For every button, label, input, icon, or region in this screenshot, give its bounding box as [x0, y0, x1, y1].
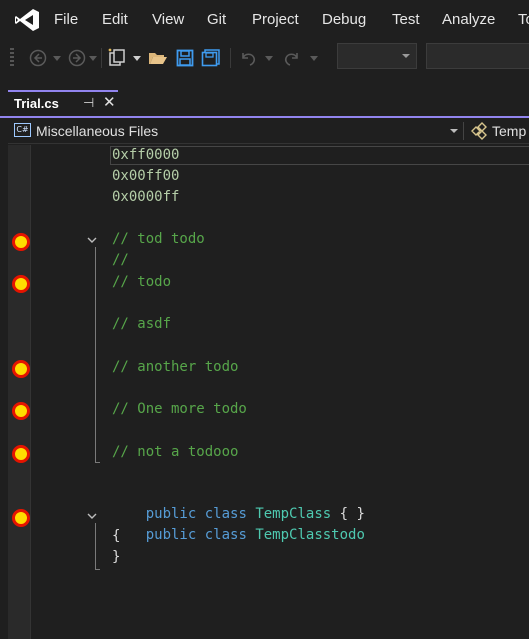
breakpoint-icon[interactable]	[12, 509, 30, 527]
tab-accent-line	[0, 116, 529, 118]
save-all-icon	[201, 49, 220, 67]
breakpoint-icon[interactable]	[12, 445, 30, 463]
tab-trial-cs[interactable]: Trial.cs ⊣ ✕	[8, 90, 118, 114]
keyword-token: public	[145, 527, 197, 543]
tab-title: Trial.cs	[14, 96, 59, 111]
pin-icon[interactable]: ⊣	[83, 95, 94, 111]
toolbar-separator	[101, 48, 102, 68]
chevron-down-icon	[402, 54, 410, 58]
save-button[interactable]	[174, 46, 196, 70]
code-comment-line[interactable]: // todo	[112, 272, 171, 292]
chevron-down-icon	[53, 55, 61, 61]
keyword-token: class	[204, 527, 247, 543]
navigate-back-button[interactable]	[27, 46, 49, 70]
navigate-back-dropdown[interactable]	[51, 46, 63, 70]
menu-git[interactable]: Git	[207, 11, 226, 28]
redo-icon	[284, 53, 298, 66]
forward-arrow-icon	[68, 49, 86, 67]
code-line[interactable]: 0xff0000	[112, 145, 179, 165]
back-arrow-icon	[29, 49, 47, 67]
redo-dropdown[interactable]	[308, 46, 320, 70]
chevron-down-icon	[89, 55, 97, 61]
code-line[interactable]: 0x00ff00	[112, 166, 179, 186]
navigation-bar: C# Miscellaneous Files Temp	[8, 119, 529, 144]
code-line[interactable]: {	[112, 526, 120, 546]
menu-bar: File Edit View Git Project Debug Test An…	[0, 0, 529, 40]
undo-button[interactable]	[237, 46, 259, 70]
menu-analyze[interactable]: Analyze	[442, 11, 495, 28]
toolbar-grip[interactable]	[10, 48, 14, 68]
outline-guide	[95, 523, 96, 569]
code-editor[interactable]: 0xff0000 0x00ff00 0x0000ff // tod todo /…	[8, 145, 529, 639]
chevron-down-icon	[265, 55, 273, 61]
new-project-button[interactable]	[106, 46, 128, 70]
folder-open-icon	[149, 53, 167, 64]
collapse-chevron-icon[interactable]	[87, 235, 97, 245]
menu-edit[interactable]: Edit	[102, 11, 128, 28]
breakpoint-icon[interactable]	[12, 233, 30, 251]
navigate-forward-dropdown[interactable]	[88, 46, 98, 70]
outline-guide	[95, 247, 96, 462]
type-dropdown[interactable]: Temp	[492, 123, 526, 139]
menu-view[interactable]: View	[152, 11, 184, 28]
code-comment-line[interactable]: //	[112, 250, 129, 270]
code-line[interactable]: 0x0000ff	[112, 187, 179, 207]
menu-project[interactable]: Project	[252, 11, 299, 28]
outline-guide-end	[95, 462, 100, 463]
project-dropdown[interactable]: Miscellaneous Files	[36, 123, 158, 139]
toolbar-separator	[230, 48, 231, 68]
navbar-separator	[463, 122, 464, 140]
code-comment-line[interactable]: // One more todo	[112, 399, 247, 419]
chevron-down-icon	[310, 55, 318, 61]
menu-file[interactable]: File	[54, 11, 78, 28]
menu-tools[interactable]: To	[518, 11, 529, 28]
breakpoint-icon[interactable]	[12, 275, 30, 293]
new-project-dropdown[interactable]	[131, 46, 143, 70]
breakpoint-margin[interactable]	[8, 145, 30, 639]
close-icon[interactable]: ✕	[103, 93, 116, 111]
outline-guide-end	[95, 569, 100, 570]
new-project-icon	[108, 48, 125, 66]
menu-debug[interactable]: Debug	[322, 11, 366, 28]
breakpoint-icon[interactable]	[12, 402, 30, 420]
code-comment-line[interactable]: // tod todo	[112, 229, 205, 249]
csharp-project-icon: C#	[14, 123, 31, 137]
code-line-class-declaration[interactable]: public class TempClasstodo	[112, 505, 365, 565]
collapse-chevron-icon[interactable]	[87, 511, 97, 521]
open-file-button[interactable]	[147, 46, 169, 70]
code-comment-line[interactable]: // not a todooo	[112, 442, 238, 462]
code-line[interactable]: }	[112, 547, 120, 567]
visual-studio-logo-icon[interactable]	[14, 8, 40, 32]
solution-platform-combo[interactable]	[426, 43, 529, 69]
undo-dropdown[interactable]	[263, 46, 275, 70]
navigate-forward-button[interactable]	[66, 46, 88, 70]
code-comment-line[interactable]: // another todo	[112, 357, 238, 377]
redo-button[interactable]	[281, 46, 303, 70]
solution-configuration-combo[interactable]	[337, 43, 417, 69]
undo-icon	[242, 53, 256, 66]
breakpoint-icon[interactable]	[12, 360, 30, 378]
margin-divider	[30, 145, 31, 639]
code-comment-line[interactable]: // asdf	[112, 314, 171, 334]
type-name-token: TempClasstodo	[255, 527, 365, 543]
chevron-down-icon	[133, 55, 141, 61]
save-all-button[interactable]	[200, 46, 222, 70]
class-member-icon	[471, 122, 487, 140]
document-tab-strip: Trial.cs ⊣ ✕	[0, 76, 529, 117]
chevron-down-icon[interactable]	[450, 129, 458, 133]
save-disk-icon	[176, 49, 194, 67]
menu-test[interactable]: Test	[392, 11, 420, 28]
